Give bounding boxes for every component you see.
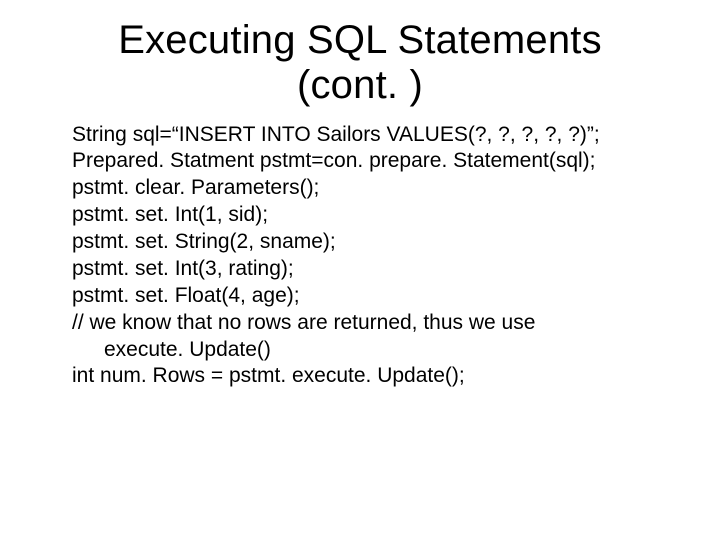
code-line-9: int num. Rows = pstmt. execute. Update()… bbox=[72, 363, 670, 390]
code-line-8: // we know that no rows are returned, th… bbox=[72, 310, 670, 337]
code-line-1: String sql=“INSERT INTO Sailors VALUES(?… bbox=[72, 122, 670, 149]
code-line-5: pstmt. set. String(2, sname); bbox=[72, 229, 670, 256]
code-line-6: pstmt. set. Int(3, rating); bbox=[72, 256, 670, 283]
slide: Executing SQL Statements (cont. ) String… bbox=[0, 0, 720, 540]
slide-body: String sql=“INSERT INTO Sailors VALUES(?… bbox=[50, 122, 670, 391]
code-line-8b: execute. Update() bbox=[72, 337, 670, 364]
title-line-2: (cont. ) bbox=[297, 63, 423, 107]
code-line-3: pstmt. clear. Parameters(); bbox=[72, 175, 670, 202]
code-line-2: Prepared. Statment pstmt=con. prepare. S… bbox=[72, 148, 670, 175]
code-line-4: pstmt. set. Int(1, sid); bbox=[72, 202, 670, 229]
title-line-1: Executing SQL Statements bbox=[118, 18, 602, 62]
slide-title: Executing SQL Statements (cont. ) bbox=[50, 18, 670, 108]
code-line-7: pstmt. set. Float(4, age); bbox=[72, 283, 670, 310]
